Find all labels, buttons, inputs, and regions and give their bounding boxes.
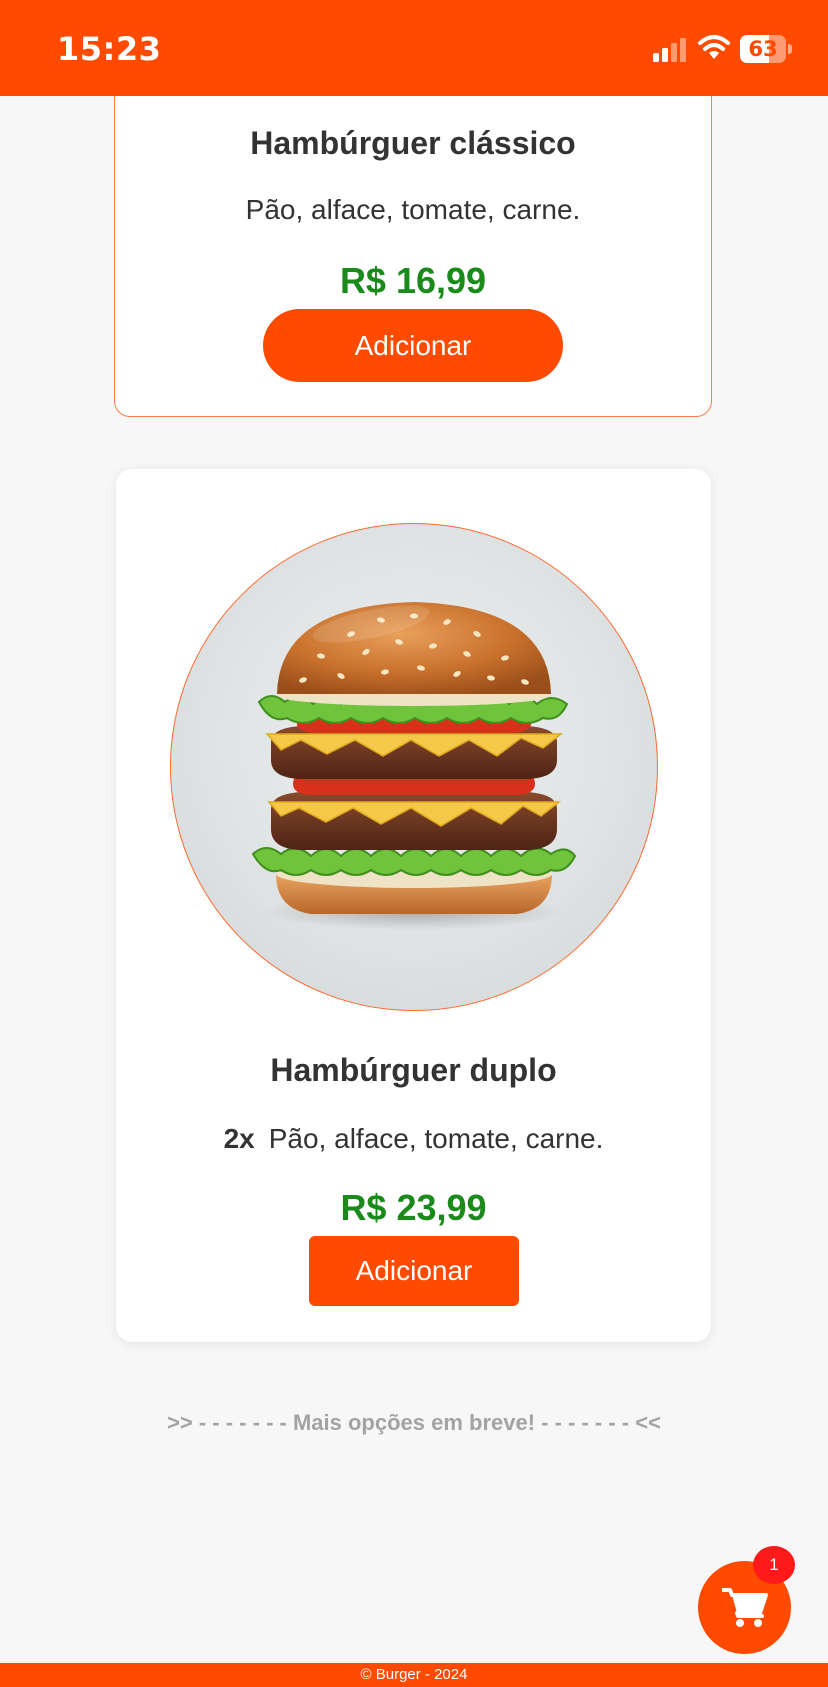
status-bar: 15:23 63 bbox=[0, 0, 828, 96]
battery-cap bbox=[788, 44, 792, 54]
product-description: Pão, alface, tomate, carne. bbox=[268, 1123, 604, 1154]
product-quantity: 2x bbox=[223, 1123, 255, 1154]
more-options-notice: >> - - - - - - - Mais opções em breve! -… bbox=[167, 1410, 661, 1435]
status-time: 15:23 bbox=[57, 30, 162, 68]
add-to-cart-button[interactable]: Adicionar bbox=[309, 1236, 519, 1306]
wifi-icon bbox=[698, 35, 730, 59]
product-title: Hambúrguer duplo bbox=[270, 1052, 557, 1088]
product-description: Pão, alface, tomate, carne. bbox=[245, 194, 581, 225]
battery-body: 63 bbox=[740, 35, 786, 63]
product-title: Hambúrguer clássico bbox=[250, 125, 576, 161]
cart-count-badge: 1 bbox=[753, 1546, 795, 1584]
product-price: R$ 23,99 bbox=[340, 1187, 487, 1228]
product-description-line: 2x Pão, alface, tomate, carne. bbox=[116, 1123, 711, 1155]
burger-image bbox=[170, 523, 658, 1011]
product-card-double: Hambúrguer duplo 2x Pão, alface, tomate, … bbox=[116, 469, 711, 1342]
product-card-classic: Hambúrguer clássico Pão, alface, tomate,… bbox=[114, 60, 712, 417]
battery-indicator: 63 bbox=[740, 35, 792, 63]
battery-level: 63 bbox=[748, 37, 778, 61]
footer: © Burger - 2024 bbox=[0, 1663, 828, 1687]
shopping-cart-icon bbox=[722, 1588, 768, 1627]
product-price: R$ 16,99 bbox=[339, 260, 487, 301]
signal-icon bbox=[653, 38, 686, 62]
add-to-cart-button[interactable]: Adicionar bbox=[263, 309, 563, 382]
double-burger-illustration bbox=[251, 602, 577, 930]
